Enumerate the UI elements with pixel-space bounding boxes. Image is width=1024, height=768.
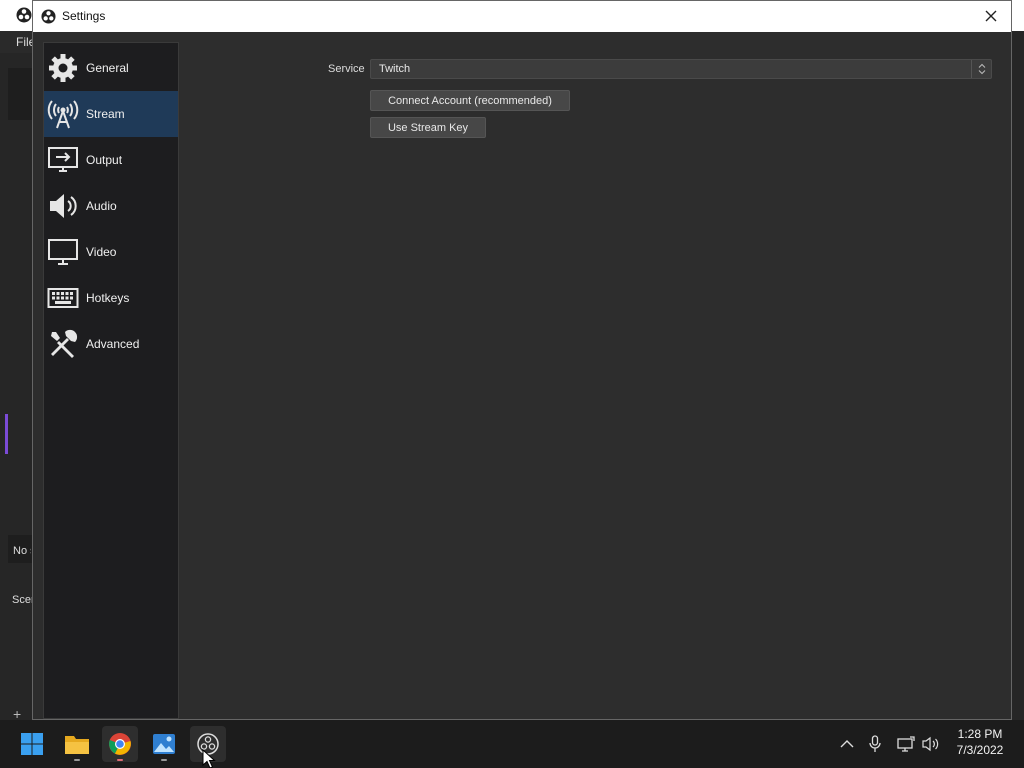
microphone-tray[interactable] bbox=[865, 734, 885, 754]
obs-main-right-panel bbox=[1012, 31, 1024, 720]
sidebar-item-stream[interactable]: Stream bbox=[44, 91, 178, 137]
updown-arrows-icon bbox=[971, 60, 991, 78]
sidebar-item-label: General bbox=[86, 61, 129, 75]
sidebar-item-label: Audio bbox=[86, 199, 117, 213]
output-icon bbox=[48, 147, 78, 172]
use-stream-key-button[interactable]: Use Stream Key bbox=[370, 117, 486, 138]
taskbar-file-explorer[interactable] bbox=[59, 726, 95, 762]
taskbar-photos[interactable] bbox=[146, 726, 182, 762]
monitor-icon bbox=[48, 239, 78, 265]
obs-selection-marker bbox=[5, 414, 8, 454]
sidebar-item-hotkeys[interactable]: Hotkeys bbox=[44, 275, 178, 321]
connect-account-button[interactable]: Connect Account (recommended) bbox=[370, 90, 570, 111]
taskbar-clock[interactable]: 1:28 PM 7/3/2022 bbox=[944, 726, 1016, 758]
start-button[interactable] bbox=[14, 726, 50, 762]
antenna-icon bbox=[47, 100, 79, 129]
no-source-label: No s bbox=[13, 545, 31, 557]
volume-tray[interactable] bbox=[921, 734, 941, 754]
settings-titlebar: Settings bbox=[33, 1, 1011, 32]
start-icon bbox=[21, 733, 43, 755]
close-button[interactable] bbox=[977, 5, 1005, 27]
chrome-icon bbox=[109, 733, 131, 755]
file-explorer-icon bbox=[65, 736, 89, 754]
scenes-label: Scen bbox=[12, 594, 32, 606]
service-dropdown[interactable]: Twitch bbox=[370, 59, 992, 79]
service-dropdown-value: Twitch bbox=[379, 63, 411, 75]
sidebar-item-advanced[interactable]: Advanced bbox=[44, 321, 178, 367]
sidebar-item-label: Advanced bbox=[86, 337, 140, 351]
stream-settings-panel: Service Twitch Connect Account (recommen… bbox=[179, 32, 1011, 719]
settings-dialog: Settings General Stream Output Audio Vid… bbox=[32, 0, 1012, 720]
keyboard-icon bbox=[47, 288, 79, 308]
sidebar-item-label: Video bbox=[86, 245, 117, 259]
settings-sidebar: General Stream Output Audio Video Hotkey… bbox=[43, 42, 179, 719]
sidebar-item-label: Hotkeys bbox=[86, 291, 130, 305]
sidebar-item-label: Output bbox=[86, 153, 123, 167]
tools-icon bbox=[51, 329, 78, 358]
volume-icon bbox=[922, 736, 939, 752]
close-icon bbox=[985, 10, 997, 22]
clock-date: 7/3/2022 bbox=[956, 743, 1004, 757]
sidebar-item-audio[interactable]: Audio bbox=[44, 183, 178, 229]
obs-panel-divider bbox=[8, 68, 32, 120]
clock-time: 1:28 PM bbox=[957, 727, 1003, 741]
sidebar-item-output[interactable]: Output bbox=[44, 137, 178, 183]
gear-icon bbox=[49, 54, 77, 82]
microphone-icon bbox=[869, 735, 881, 752]
network-tray[interactable] bbox=[896, 734, 916, 754]
obs-logo-icon bbox=[41, 9, 56, 24]
speaker-icon bbox=[50, 194, 77, 218]
mouse-cursor-icon bbox=[202, 749, 216, 768]
chevron-up-icon bbox=[840, 740, 854, 748]
obs-logo-icon bbox=[16, 7, 32, 23]
service-label: Service bbox=[328, 63, 365, 75]
sidebar-item-video[interactable]: Video bbox=[44, 229, 178, 275]
settings-title: Settings bbox=[62, 9, 106, 23]
sidebar-item-label: Stream bbox=[86, 107, 125, 121]
obs-main-left-panel bbox=[0, 53, 32, 720]
taskbar-chrome[interactable] bbox=[102, 726, 138, 762]
sidebar-item-general[interactable]: General bbox=[44, 45, 178, 91]
photos-icon bbox=[153, 734, 175, 754]
network-icon bbox=[897, 736, 915, 752]
show-hidden-icons-button[interactable] bbox=[837, 734, 857, 754]
